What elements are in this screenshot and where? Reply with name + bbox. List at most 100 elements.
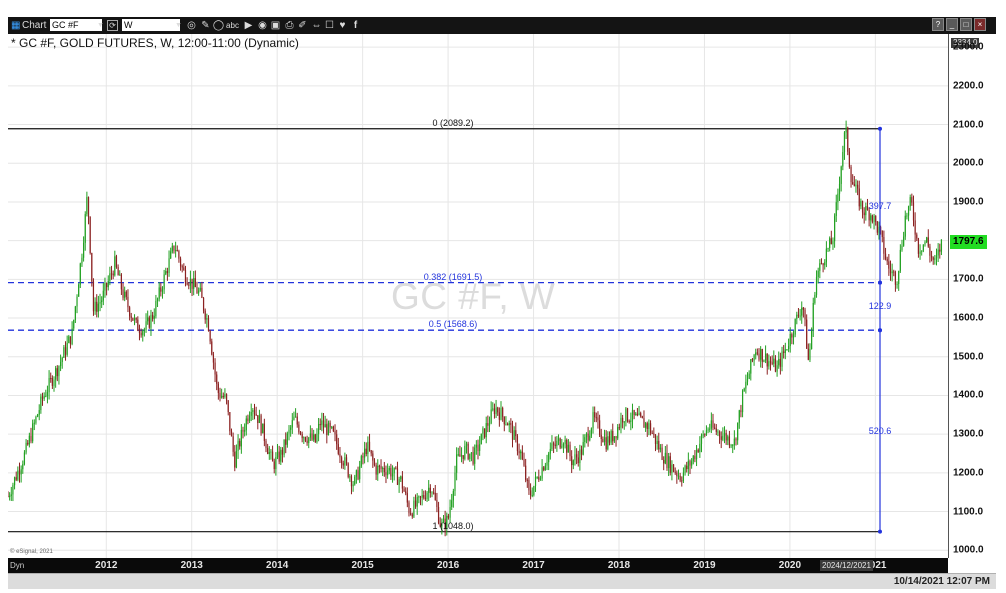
pencil-icon[interactable]: ✎ — [199, 19, 212, 32]
candle-body — [401, 476, 404, 489]
candle-body — [722, 435, 724, 440]
candle-body — [806, 319, 808, 349]
candle-body — [868, 210, 870, 221]
candle-body — [649, 423, 652, 433]
chat-icon[interactable]: ☐ — [323, 19, 336, 32]
candle-body — [855, 184, 857, 187]
candle-body — [539, 478, 542, 480]
candle-body — [709, 428, 711, 430]
candle-body — [687, 460, 689, 470]
candle-body — [199, 287, 201, 291]
y-tick-label: 1500.0 — [953, 351, 984, 363]
candle-body — [760, 349, 762, 360]
candle-body — [804, 309, 806, 320]
candle-body — [820, 263, 823, 265]
eye-icon[interactable]: ◉ — [256, 19, 269, 32]
candle-body — [119, 274, 121, 276]
candle-body — [508, 422, 510, 426]
candle-body — [198, 290, 200, 294]
symbol-dropdown-icon[interactable]: ▼ — [94, 19, 107, 32]
status-datetime: 10/14/2021 12:07 PM — [893, 576, 990, 587]
candle-body — [707, 429, 709, 431]
candle-body — [876, 221, 878, 233]
candle-body — [28, 435, 30, 445]
candle-body — [321, 420, 323, 426]
close-icon[interactable]: × — [974, 18, 986, 31]
candle-body — [153, 316, 155, 319]
candle-body — [571, 456, 573, 466]
candle-body — [137, 319, 139, 331]
candle-body — [156, 298, 159, 301]
candle-body — [327, 422, 330, 436]
candle-body — [364, 448, 366, 458]
text-tool-icon[interactable]: abc — [226, 19, 239, 32]
play-icon[interactable]: ▶ — [242, 19, 255, 32]
candle-body — [784, 349, 786, 353]
candle-body — [447, 515, 450, 518]
price-axis[interactable]: 2334.0 1000.0 1100.0 1200.0 1300.0 1400.0 150… — [948, 34, 997, 558]
candle-body — [25, 442, 27, 453]
x-tick-label: 2013 — [180, 560, 203, 571]
candle-body — [355, 470, 357, 477]
candle-body — [858, 188, 860, 207]
candle-body — [554, 444, 556, 446]
candle-body — [106, 283, 108, 288]
candle-body — [679, 475, 681, 481]
candle-body — [548, 453, 550, 463]
candle-body — [720, 436, 722, 440]
candle-body — [204, 310, 206, 320]
candle-body — [479, 444, 481, 451]
printer-icon[interactable]: ⎙ — [283, 19, 296, 32]
facebook-icon[interactable]: f — [349, 19, 362, 32]
candle-body — [158, 287, 160, 299]
candle-body — [147, 317, 149, 322]
candle-body — [751, 359, 754, 361]
candle-body — [370, 450, 372, 454]
image-icon[interactable]: ▣ — [269, 19, 282, 32]
candle-body — [674, 471, 676, 473]
minimize-icon[interactable]: _ — [946, 18, 958, 31]
candle-body — [487, 423, 489, 426]
edit-icon[interactable]: ✐ — [296, 19, 309, 32]
candle-body — [475, 444, 477, 448]
candle-body — [891, 271, 893, 274]
candle-body — [303, 437, 305, 439]
candle-body — [602, 439, 604, 442]
candle-body — [745, 381, 747, 389]
circle-icon[interactable]: ◯ — [212, 19, 225, 32]
candle-body — [451, 500, 453, 508]
candle-body — [827, 247, 829, 249]
candle-body — [373, 460, 376, 466]
candle-body — [523, 459, 525, 466]
candle-body — [697, 449, 699, 452]
candle-body — [531, 495, 533, 497]
candle-body — [672, 464, 675, 472]
candle-body — [359, 466, 361, 480]
twitter-icon[interactable]: ♥ — [336, 19, 349, 32]
candle-body — [835, 202, 837, 216]
candle-body — [230, 431, 233, 437]
candle-body — [155, 300, 157, 317]
candle-body — [585, 433, 588, 438]
candle-body — [283, 439, 285, 455]
candle-body — [38, 410, 40, 415]
candle-body — [863, 212, 865, 216]
maximize-icon[interactable]: □ — [960, 18, 972, 31]
candle-body — [138, 330, 141, 334]
link-icon[interactable]: ⇔ — [310, 19, 323, 32]
candle-body — [648, 423, 650, 429]
help-icon[interactable]: ? — [932, 18, 944, 31]
target-icon[interactable]: ◎ — [185, 19, 198, 32]
time-axis[interactable]: Dyn 2012 2013 2014 2015 2016 2017 2018 2019 2020… — [8, 558, 948, 573]
candle-body — [278, 451, 280, 462]
candle-body — [337, 444, 339, 454]
candle-body — [645, 423, 647, 428]
candle-body — [597, 417, 599, 421]
candle-body — [457, 454, 459, 456]
candle-body — [493, 408, 496, 415]
interval-dropdown-icon[interactable]: ▼ — [172, 19, 185, 32]
candle-body — [132, 317, 134, 321]
candle-body — [216, 374, 218, 384]
y-tick-label: 1700.0 — [953, 273, 984, 285]
refresh-icon[interactable]: ⟳ — [107, 20, 118, 31]
